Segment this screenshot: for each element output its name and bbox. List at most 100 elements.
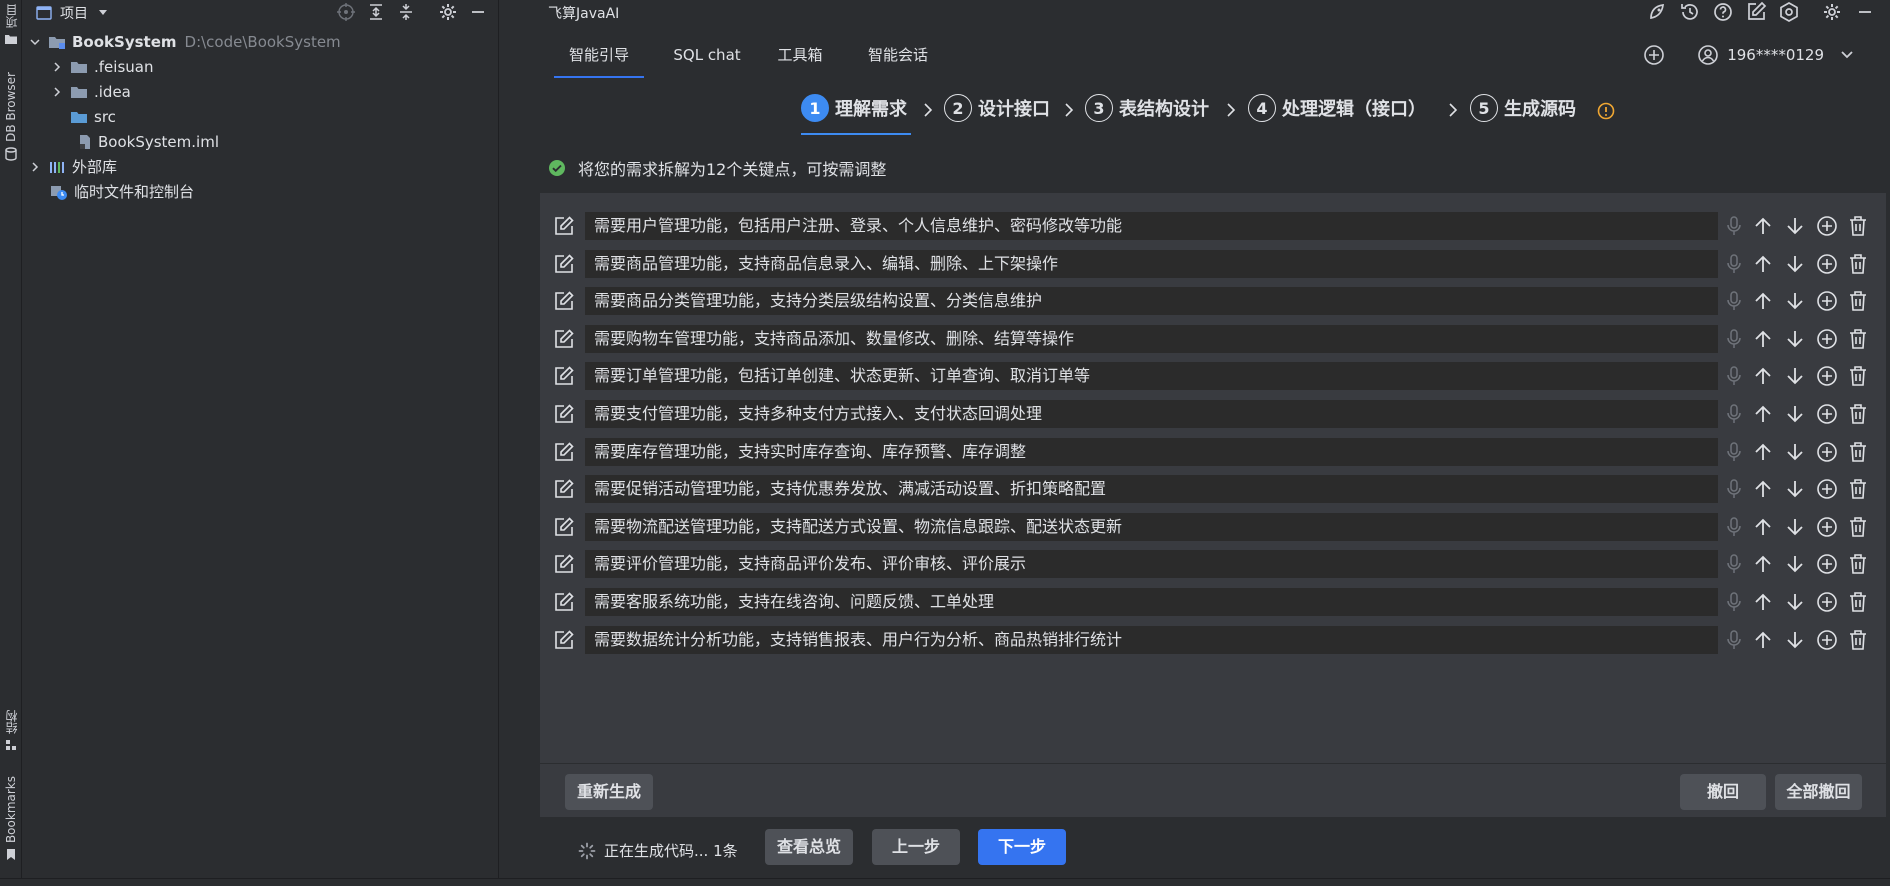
undo-button[interactable]: 撤回 [1680,774,1766,810]
requirement-text[interactable]: 需要物流配送管理功能，支持配送方式设置、物流信息跟踪、配送状态更新 [584,511,1719,542]
requirement-text[interactable]: 需要支付管理功能，支持多种支付方式接入、支付状态回调处理 [584,399,1719,429]
move-up-icon[interactable] [1752,629,1774,651]
add-circle-icon[interactable] [1643,44,1665,66]
move-down-icon[interactable] [1784,591,1806,613]
chevron-right-icon[interactable] [50,85,64,99]
edit-icon[interactable] [554,253,574,274]
edit-icon[interactable] [554,629,574,650]
move-down-icon[interactable] [1784,215,1806,237]
delete-icon[interactable] [1848,365,1868,387]
gear-icon[interactable] [438,2,458,22]
edit-icon[interactable] [554,366,574,386]
add-item-icon[interactable] [1816,215,1838,237]
history-icon[interactable] [1679,1,1701,23]
add-item-icon[interactable] [1816,253,1838,275]
gear-icon[interactable] [1821,1,1843,23]
add-item-icon[interactable] [1816,328,1838,350]
expand-all-icon[interactable] [366,2,386,22]
move-up-icon[interactable] [1752,591,1774,613]
tab-sql-chat[interactable]: SQL chat [662,32,752,78]
minimize-icon[interactable] [468,2,488,22]
move-up-icon[interactable] [1752,403,1774,425]
undo-all-button[interactable]: 全部撤回 [1775,774,1862,810]
project-panel-title[interactable]: 项目 [60,3,88,23]
edit-icon[interactable] [554,216,574,236]
microphone-icon[interactable] [1726,328,1742,350]
step-3[interactable]: 3 表结构设计 [1085,94,1209,122]
add-item-icon[interactable] [1816,516,1838,538]
move-up-icon[interactable] [1752,441,1774,463]
move-up-icon[interactable] [1752,215,1774,237]
edit-icon[interactable] [554,554,574,574]
tab-toolbox[interactable]: 工具箱 [768,32,832,78]
move-down-icon[interactable] [1784,478,1806,500]
microphone-icon[interactable] [1726,290,1742,312]
move-up-icon[interactable] [1752,516,1774,538]
move-up-icon[interactable] [1752,253,1774,275]
delete-icon[interactable] [1848,629,1868,651]
next-step-button[interactable]: 下一步 [978,829,1066,865]
move-down-icon[interactable] [1784,290,1806,312]
structure-tool-tab[interactable]: 结构 [0,710,22,751]
regenerate-button[interactable]: 重新生成 [565,774,653,810]
delete-icon[interactable] [1848,516,1868,538]
chevron-down-icon[interactable] [28,35,42,49]
help-icon[interactable] [1712,1,1734,23]
microphone-icon[interactable] [1726,253,1742,275]
chevron-right-icon[interactable] [50,60,64,74]
step-5[interactable]: 5 生成源码 [1470,94,1576,122]
move-up-icon[interactable] [1752,328,1774,350]
collapse-all-icon[interactable] [396,2,416,22]
microphone-icon[interactable] [1726,215,1742,237]
edit-icon[interactable] [554,592,574,612]
step-4[interactable]: 4 处理逻辑（接口） [1248,94,1426,122]
move-down-icon[interactable] [1784,441,1806,463]
microphone-icon[interactable] [1726,629,1742,651]
edit-icon[interactable] [554,479,574,499]
delete-icon[interactable] [1848,591,1868,613]
edit-icon[interactable] [554,441,574,462]
feedback-edit-icon[interactable] [1745,1,1767,23]
requirement-text[interactable]: 需要评价管理功能，支持商品评价发布、评价审核、评价展示 [584,549,1719,580]
bookmarks-tool-tab[interactable]: Bookmarks [0,776,22,861]
microphone-icon[interactable] [1726,403,1742,425]
edit-icon[interactable] [554,404,574,424]
move-down-icon[interactable] [1784,516,1806,538]
edit-icon[interactable] [554,517,574,537]
project-tool-tab[interactable]: 项目 [0,4,22,45]
move-down-icon[interactable] [1784,365,1806,387]
add-item-icon[interactable] [1816,553,1838,575]
move-down-icon[interactable] [1784,328,1806,350]
microphone-icon[interactable] [1726,591,1742,613]
edit-icon[interactable] [554,329,574,349]
move-up-icon[interactable] [1752,478,1774,500]
requirement-text[interactable]: 需要购物车管理功能，支持商品添加、数量修改、删除、结算等操作 [584,323,1719,354]
add-item-icon[interactable] [1816,365,1838,387]
plugin-settings-icon[interactable] [1778,1,1800,23]
tree-item-iml[interactable]: BookSystem.iml [78,129,219,154]
tree-item-feisuan[interactable]: .feisuan [50,54,153,79]
tree-item-booksystem[interactable]: BookSystem D:\code\BookSystem [28,29,341,54]
tree-item-idea[interactable]: .idea [50,79,131,104]
tab-smart-chat[interactable]: 智能会话 [860,32,936,78]
requirement-text[interactable]: 需要商品分类管理功能，支持分类层级结构设置、分类信息维护 [584,286,1719,317]
move-down-icon[interactable] [1784,629,1806,651]
chevron-down-icon[interactable] [98,9,108,17]
requirement-text[interactable]: 需要商品管理功能，支持商品信息录入、编辑、删除、上下架操作 [584,248,1719,279]
edit-icon[interactable] [554,291,574,311]
previous-step-button[interactable]: 上一步 [872,829,960,865]
view-overview-button[interactable]: 查看总览 [765,829,853,865]
move-up-icon[interactable] [1752,365,1774,387]
minimize-icon[interactable] [1854,1,1876,23]
add-item-icon[interactable] [1816,290,1838,312]
delete-icon[interactable] [1848,290,1868,312]
microphone-icon[interactable] [1726,553,1742,575]
add-item-icon[interactable] [1816,629,1838,651]
delete-icon[interactable] [1848,553,1868,575]
add-item-icon[interactable] [1816,441,1838,463]
requirement-text[interactable]: 需要数据统计分析功能，支持销售报表、用户行为分析、商品热销排行统计 [584,624,1719,655]
step-2[interactable]: 2 设计接口 [944,94,1050,122]
user-account[interactable]: 196****0129 [1643,44,1854,66]
requirement-text[interactable]: 需要促销活动管理功能，支持优惠券发放、满减活动设置、折扣策略配置 [584,474,1719,505]
requirement-text[interactable]: 需要客服系统功能，支持在线咨询、问题反馈、工单处理 [584,587,1719,617]
